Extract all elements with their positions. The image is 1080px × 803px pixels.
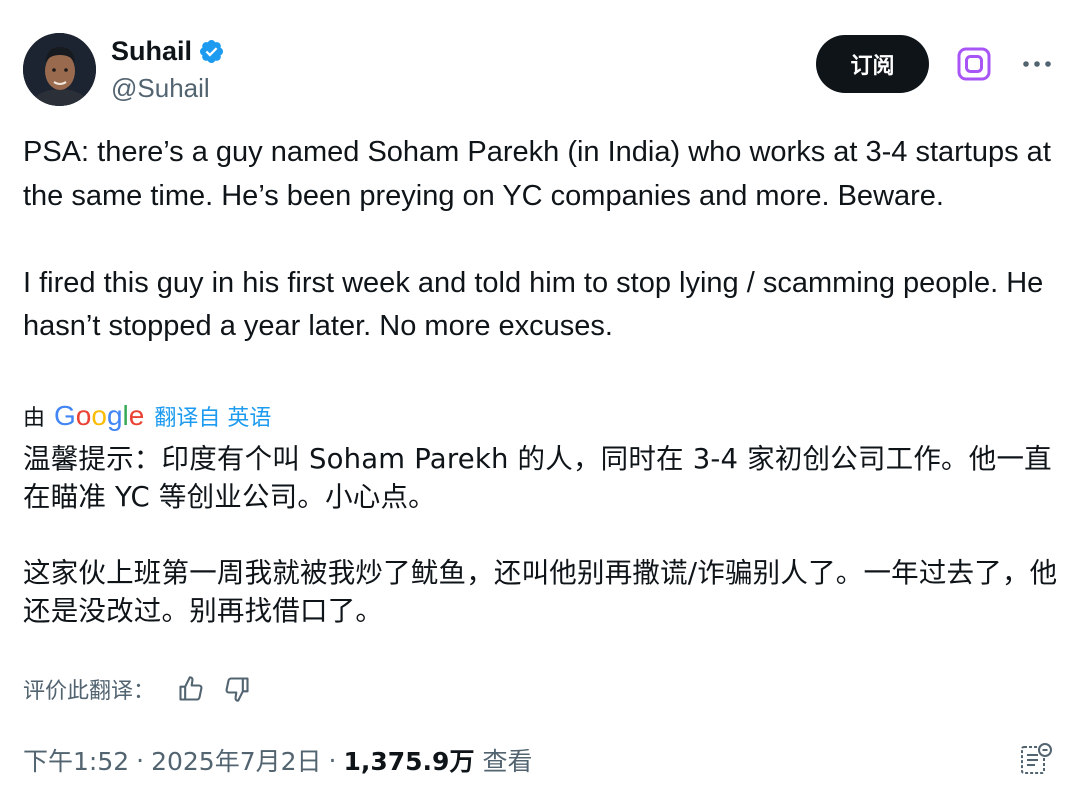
- meta-separator: ·: [136, 745, 145, 775]
- author-handle[interactable]: @Suhail: [111, 72, 210, 104]
- translated-by-bar: 由 Google 翻译自 英语: [23, 398, 271, 434]
- avatar[interactable]: [23, 33, 96, 106]
- tweet-time[interactable]: 下午1:52: [23, 742, 129, 778]
- tweet-paragraph: PSA: there’s a guy named Soham Parekh (i…: [23, 136, 1051, 212]
- translated-paragraph: 这家伙上班第一周我就被我炒了鱿鱼，还叫他别再撒谎/诈骗别人了。一年过去了，他还是…: [23, 557, 1058, 627]
- tweet-paragraph: I fired this guy in his first week and t…: [23, 266, 1044, 343]
- translated-text: 温馨提示：印度有个叫 Soham Parekh 的人，同时在 3-4 家初创公司…: [23, 440, 1063, 630]
- thumbs-up-icon[interactable]: [177, 675, 205, 703]
- tweet-text: PSA: there’s a guy named Soham Parekh (i…: [23, 131, 1053, 349]
- author-display-name[interactable]: Suhail: [111, 34, 192, 68]
- translated-by-label: 由: [23, 406, 46, 431]
- more-dots-icon[interactable]: [1020, 50, 1054, 78]
- thumbs-down-icon[interactable]: [223, 675, 251, 703]
- tweet-meta: 下午1:52 · 2025年7月2日 · 1,375.9万 查看: [23, 740, 532, 780]
- list-settings-icon[interactable]: [1018, 740, 1056, 778]
- views-label: 查看: [482, 747, 533, 776]
- rate-translation-row: 评价此翻译：: [23, 670, 269, 708]
- verified-badge-icon: [199, 39, 224, 63]
- grok-icon[interactable]: [955, 45, 993, 83]
- rate-translation-label: 评价此翻译：: [23, 679, 156, 704]
- views-count: 1,375.9万: [343, 747, 475, 776]
- google-logo: Google: [54, 400, 145, 431]
- translated-paragraph: 温馨提示：印度有个叫 Soham Parekh 的人，同时在 3-4 家初创公司…: [23, 443, 1052, 513]
- translated-from-link[interactable]: 翻译自 英语: [154, 400, 271, 432]
- author-name[interactable]: Suhail: [111, 34, 225, 68]
- tweet-date[interactable]: 2025年7月2日: [151, 742, 321, 778]
- subscribe-button[interactable]: 订阅: [816, 35, 929, 93]
- meta-separator: ·: [328, 745, 337, 775]
